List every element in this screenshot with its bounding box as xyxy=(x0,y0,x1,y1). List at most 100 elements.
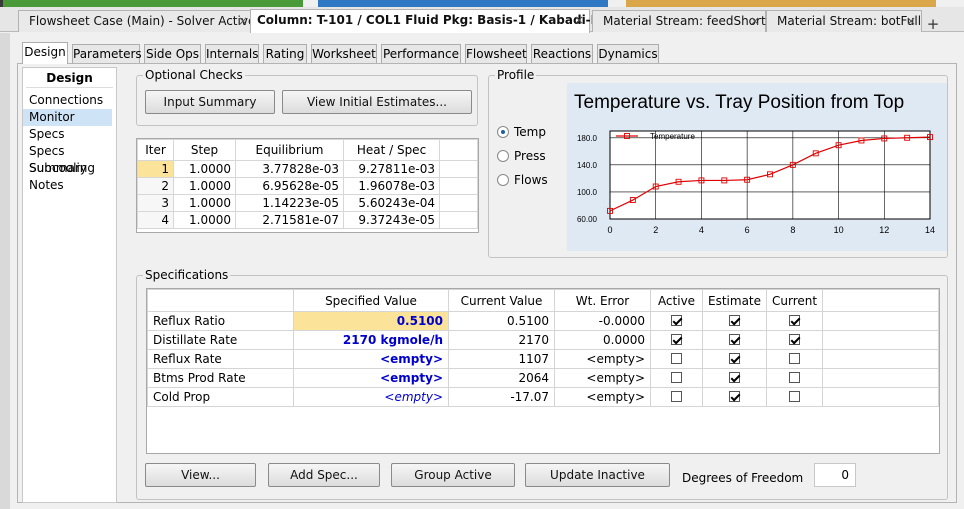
close-icon[interactable]: × xyxy=(750,11,760,31)
tab-worksheet[interactable]: Worksheet xyxy=(311,44,377,64)
radio-press[interactable]: Press xyxy=(497,149,546,163)
specifications-label: Specifications xyxy=(143,268,231,282)
table-row: 3 1.0000 1.14223e-05 5.60243e-04 xyxy=(137,194,478,212)
spec-name-cell[interactable]: Reflux Ratio xyxy=(147,311,294,331)
table-row: Cold Prop <empty> -17.07 <empty> xyxy=(147,387,939,407)
step-cell: 1.0000 xyxy=(173,211,236,229)
tab-design[interactable]: Design xyxy=(22,42,68,64)
radio-label: Temp xyxy=(514,125,546,139)
new-tab-icon[interactable]: + xyxy=(926,17,940,32)
iter-cell[interactable]: 1 xyxy=(137,160,174,178)
estimate-checkbox[interactable] xyxy=(729,315,740,326)
current-checkbox[interactable] xyxy=(789,334,801,345)
profile-chart: Temperature vs. Tray Position from Top 0… xyxy=(567,83,947,251)
nav-item-notes[interactable]: Notes xyxy=(23,177,116,194)
doc-tab-botfull[interactable]: Material Stream: botFull × xyxy=(766,10,922,32)
doc-tab-label: Material Stream: botFull xyxy=(777,14,922,28)
nav-item-specs-summary[interactable]: Specs Summary xyxy=(23,143,116,175)
col-header-wt-error: Wt. Error xyxy=(554,289,651,312)
plot-area xyxy=(609,130,931,220)
document-tab-bar: Flowsheet Case (Main) - Solver Active × … xyxy=(0,7,964,33)
iter-cell[interactable]: 3 xyxy=(137,194,174,212)
doc-tab-label: Material Stream: feedShort xyxy=(603,14,766,28)
specified-value-cell[interactable]: <empty> xyxy=(293,349,449,369)
close-icon[interactable]: × xyxy=(906,11,916,31)
x-tick-label: 6 xyxy=(745,225,750,235)
estimate-checkbox[interactable] xyxy=(729,353,740,364)
tab-reactions[interactable]: Reactions xyxy=(531,44,593,64)
update-inactive-button[interactable]: Update Inactive xyxy=(525,463,670,487)
tab-flowsheet[interactable]: Flowsheet xyxy=(465,44,527,64)
col-header-iter: Iter xyxy=(137,139,174,161)
spec-name-cell[interactable]: Reflux Rate xyxy=(147,349,294,369)
current-checkbox[interactable] xyxy=(789,353,801,364)
radio-flows[interactable]: Flows xyxy=(497,173,548,187)
current-checkbox[interactable] xyxy=(789,315,801,326)
optional-checks-label: Optional Checks xyxy=(143,68,245,82)
specified-value-cell[interactable]: 2170 kgmole/h xyxy=(293,330,449,350)
close-icon[interactable]: × xyxy=(238,11,248,31)
spec-name-cell[interactable]: Btms Prod Rate xyxy=(147,368,294,388)
doc-tab-column[interactable]: Column: T-101 / COL1 Fluid Pkg: Basis-1 … xyxy=(250,9,640,33)
x-tick-label: 12 xyxy=(879,225,889,235)
spec-name-cell[interactable]: Cold Prop xyxy=(147,387,294,407)
active-checkbox[interactable] xyxy=(671,315,682,326)
close-icon[interactable]: × xyxy=(574,10,584,30)
equilibrium-cell: 1.14223e-05 xyxy=(235,194,344,212)
y-tick-label: 60.00 xyxy=(577,215,598,224)
active-checkbox[interactable] xyxy=(671,372,682,383)
estimate-checkbox[interactable] xyxy=(729,372,740,383)
doc-tab-feedshort[interactable]: Material Stream: feedShort × xyxy=(592,10,766,32)
nav-item-connections[interactable]: Connections xyxy=(23,92,116,109)
tab-side-ops[interactable]: Side Ops xyxy=(144,44,201,64)
nav-item-specs[interactable]: Specs xyxy=(23,126,116,143)
col-header-empty xyxy=(439,139,478,161)
current-checkbox[interactable] xyxy=(789,391,801,402)
iter-cell[interactable]: 4 xyxy=(137,211,174,229)
active-checkbox[interactable] xyxy=(671,334,682,345)
x-tick-label: 14 xyxy=(925,225,935,235)
add-spec-button[interactable]: Add Spec... xyxy=(268,463,380,487)
tab-parameters[interactable]: Parameters xyxy=(72,44,142,64)
input-summary-button[interactable]: Input Summary xyxy=(145,90,275,114)
radio-temp[interactable]: Temp xyxy=(497,125,546,139)
design-nav-list: Design Connections Monitor Specs Specs S… xyxy=(22,67,117,503)
table-row: Btms Prod Rate <empty> 2064 <empty> xyxy=(147,368,939,388)
col-header-heat-spec: Heat / Spec xyxy=(343,139,440,161)
active-checkbox[interactable] xyxy=(671,353,682,364)
step-cell: 1.0000 xyxy=(173,160,236,178)
col-header-current-value: Current Value xyxy=(448,289,555,312)
equilibrium-cell: 3.77828e-03 xyxy=(235,160,344,178)
radio-label: Flows xyxy=(514,173,548,187)
specified-value-cell[interactable]: 0.5100 xyxy=(293,311,449,331)
active-checkbox[interactable] xyxy=(671,391,682,402)
tab-dynamics[interactable]: Dynamics xyxy=(597,44,659,64)
profile-label: Profile xyxy=(495,68,537,82)
x-tick-label: 10 xyxy=(834,225,844,235)
profile-chart-svg: Temperature vs. Tray Position from Top 0… xyxy=(574,92,935,235)
specs-header-row: Specified Value Current Value Wt. Error … xyxy=(147,289,939,312)
tab-internals[interactable]: Internals xyxy=(205,44,259,64)
view-initial-estimates-button[interactable]: View Initial Estimates... xyxy=(282,90,472,114)
spec-name-cell[interactable]: Distillate Rate xyxy=(147,330,294,350)
estimate-checkbox[interactable] xyxy=(729,334,740,345)
specified-value-cell[interactable]: <empty> xyxy=(293,368,449,388)
current-checkbox[interactable] xyxy=(789,372,801,383)
step-cell: 1.0000 xyxy=(173,177,236,195)
y-tick-label: 180.0 xyxy=(577,134,598,143)
legend-label: Temperature xyxy=(650,132,695,141)
tab-performance[interactable]: Performance xyxy=(381,44,461,64)
view-button[interactable]: View... xyxy=(145,463,256,487)
col-header-name xyxy=(147,289,294,312)
doc-tab-flowsheet-case[interactable]: Flowsheet Case (Main) - Solver Active × xyxy=(18,10,255,32)
tab-rating[interactable]: Rating xyxy=(263,44,307,64)
y-tick-label: 140.0 xyxy=(577,161,598,170)
specified-value-cell[interactable]: <empty> xyxy=(293,387,449,407)
iter-cell[interactable]: 2 xyxy=(137,177,174,195)
estimate-checkbox[interactable] xyxy=(729,391,740,402)
nav-item-subcooling[interactable]: Subcooling xyxy=(23,160,116,177)
table-row: Reflux Ratio 0.5100 0.5100 -0.0000 xyxy=(147,311,939,331)
x-tick-label: 4 xyxy=(699,225,704,235)
group-active-button[interactable]: Group Active xyxy=(391,463,515,487)
nav-item-monitor[interactable]: Monitor xyxy=(23,109,112,126)
